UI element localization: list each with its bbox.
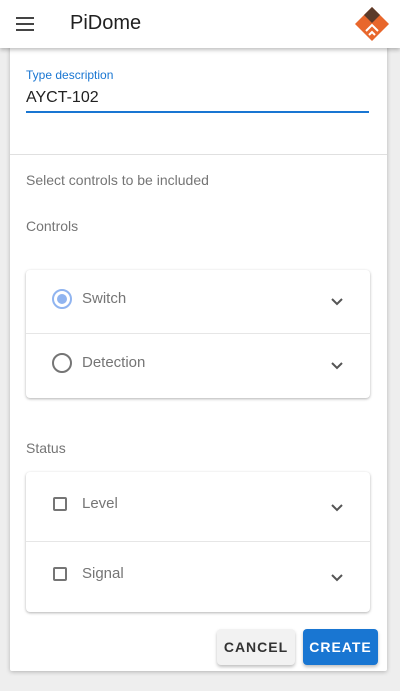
controls-panel-group: Switch Detection (26, 270, 370, 398)
create-type-dialog: Type description Select controls to be i… (10, 44, 387, 671)
control-panel-switch[interactable]: Switch (26, 270, 370, 334)
control-label-switch: Switch (82, 290, 127, 307)
status-panel-signal[interactable]: Signal (26, 542, 370, 612)
control-panel-detection[interactable]: Detection (26, 334, 370, 398)
helper-text: Select controls to be included (26, 172, 209, 188)
chevron-down-icon[interactable] (330, 294, 344, 308)
app-bar: PiDome (0, 0, 400, 48)
status-panel-level[interactable]: Level (26, 472, 370, 542)
app-title: PiDome (70, 12, 142, 34)
switch-radio[interactable] (52, 289, 72, 309)
controls-section-label: Controls (26, 218, 79, 234)
chevron-down-icon[interactable] (330, 358, 344, 372)
status-panel-group: Level Signal (26, 472, 370, 612)
input-underline (26, 111, 369, 113)
pidome-logo-icon (355, 7, 389, 41)
detection-radio[interactable] (52, 353, 72, 373)
status-section-label: Status (26, 440, 66, 456)
chevron-down-icon[interactable] (330, 570, 344, 584)
chevron-down-icon[interactable] (330, 500, 344, 514)
divider (10, 154, 387, 155)
type-description-label: Type description (26, 68, 114, 82)
signal-checkbox[interactable] (53, 567, 67, 581)
type-description-input[interactable] (26, 84, 369, 112)
create-button[interactable]: CREATE (303, 629, 378, 665)
cancel-button[interactable]: CANCEL (217, 629, 295, 665)
status-label-level: Level (82, 495, 118, 512)
menu-icon[interactable] (16, 15, 36, 33)
control-label-detection: Detection (82, 354, 146, 371)
level-checkbox[interactable] (53, 497, 67, 511)
status-label-signal: Signal (82, 565, 124, 582)
